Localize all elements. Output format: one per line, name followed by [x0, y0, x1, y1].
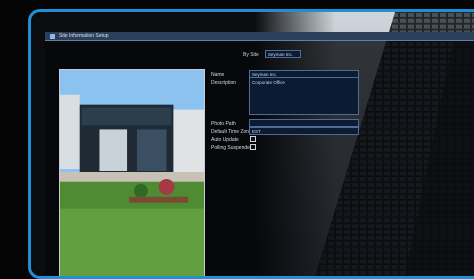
photo-path-label: Photo Path: [211, 121, 236, 127]
photo-path-field[interactable]: [249, 119, 359, 127]
window-title: Site Information Setup: [59, 33, 109, 39]
site-select[interactable]: Seyman Inc.: [265, 50, 301, 58]
time-zone-label: Default Time Zone: [211, 129, 252, 135]
auto-update-label: Auto Update: [211, 137, 239, 143]
window-icon: [50, 34, 55, 39]
site-info-panel: By Site Seyman Inc. Name Seyman Inc. Des…: [45, 41, 474, 276]
name-label: Name: [211, 72, 225, 78]
window-titlebar[interactable]: Site Information Setup: [45, 32, 474, 41]
polling-suspended-checkbox[interactable]: [250, 144, 256, 150]
polling-suspended-label: Polling Suspended: [211, 145, 253, 151]
monitor-frame: Site Information Setup By Site Seyman In…: [28, 9, 474, 279]
description-field[interactable]: Corporate Office: [249, 77, 359, 115]
description-label: Description: [211, 80, 237, 86]
site-photo: [59, 69, 205, 276]
time-zone-select[interactable]: EST: [249, 127, 359, 135]
auto-update-checkbox[interactable]: [250, 136, 256, 142]
site-label: By Site: [243, 52, 259, 58]
